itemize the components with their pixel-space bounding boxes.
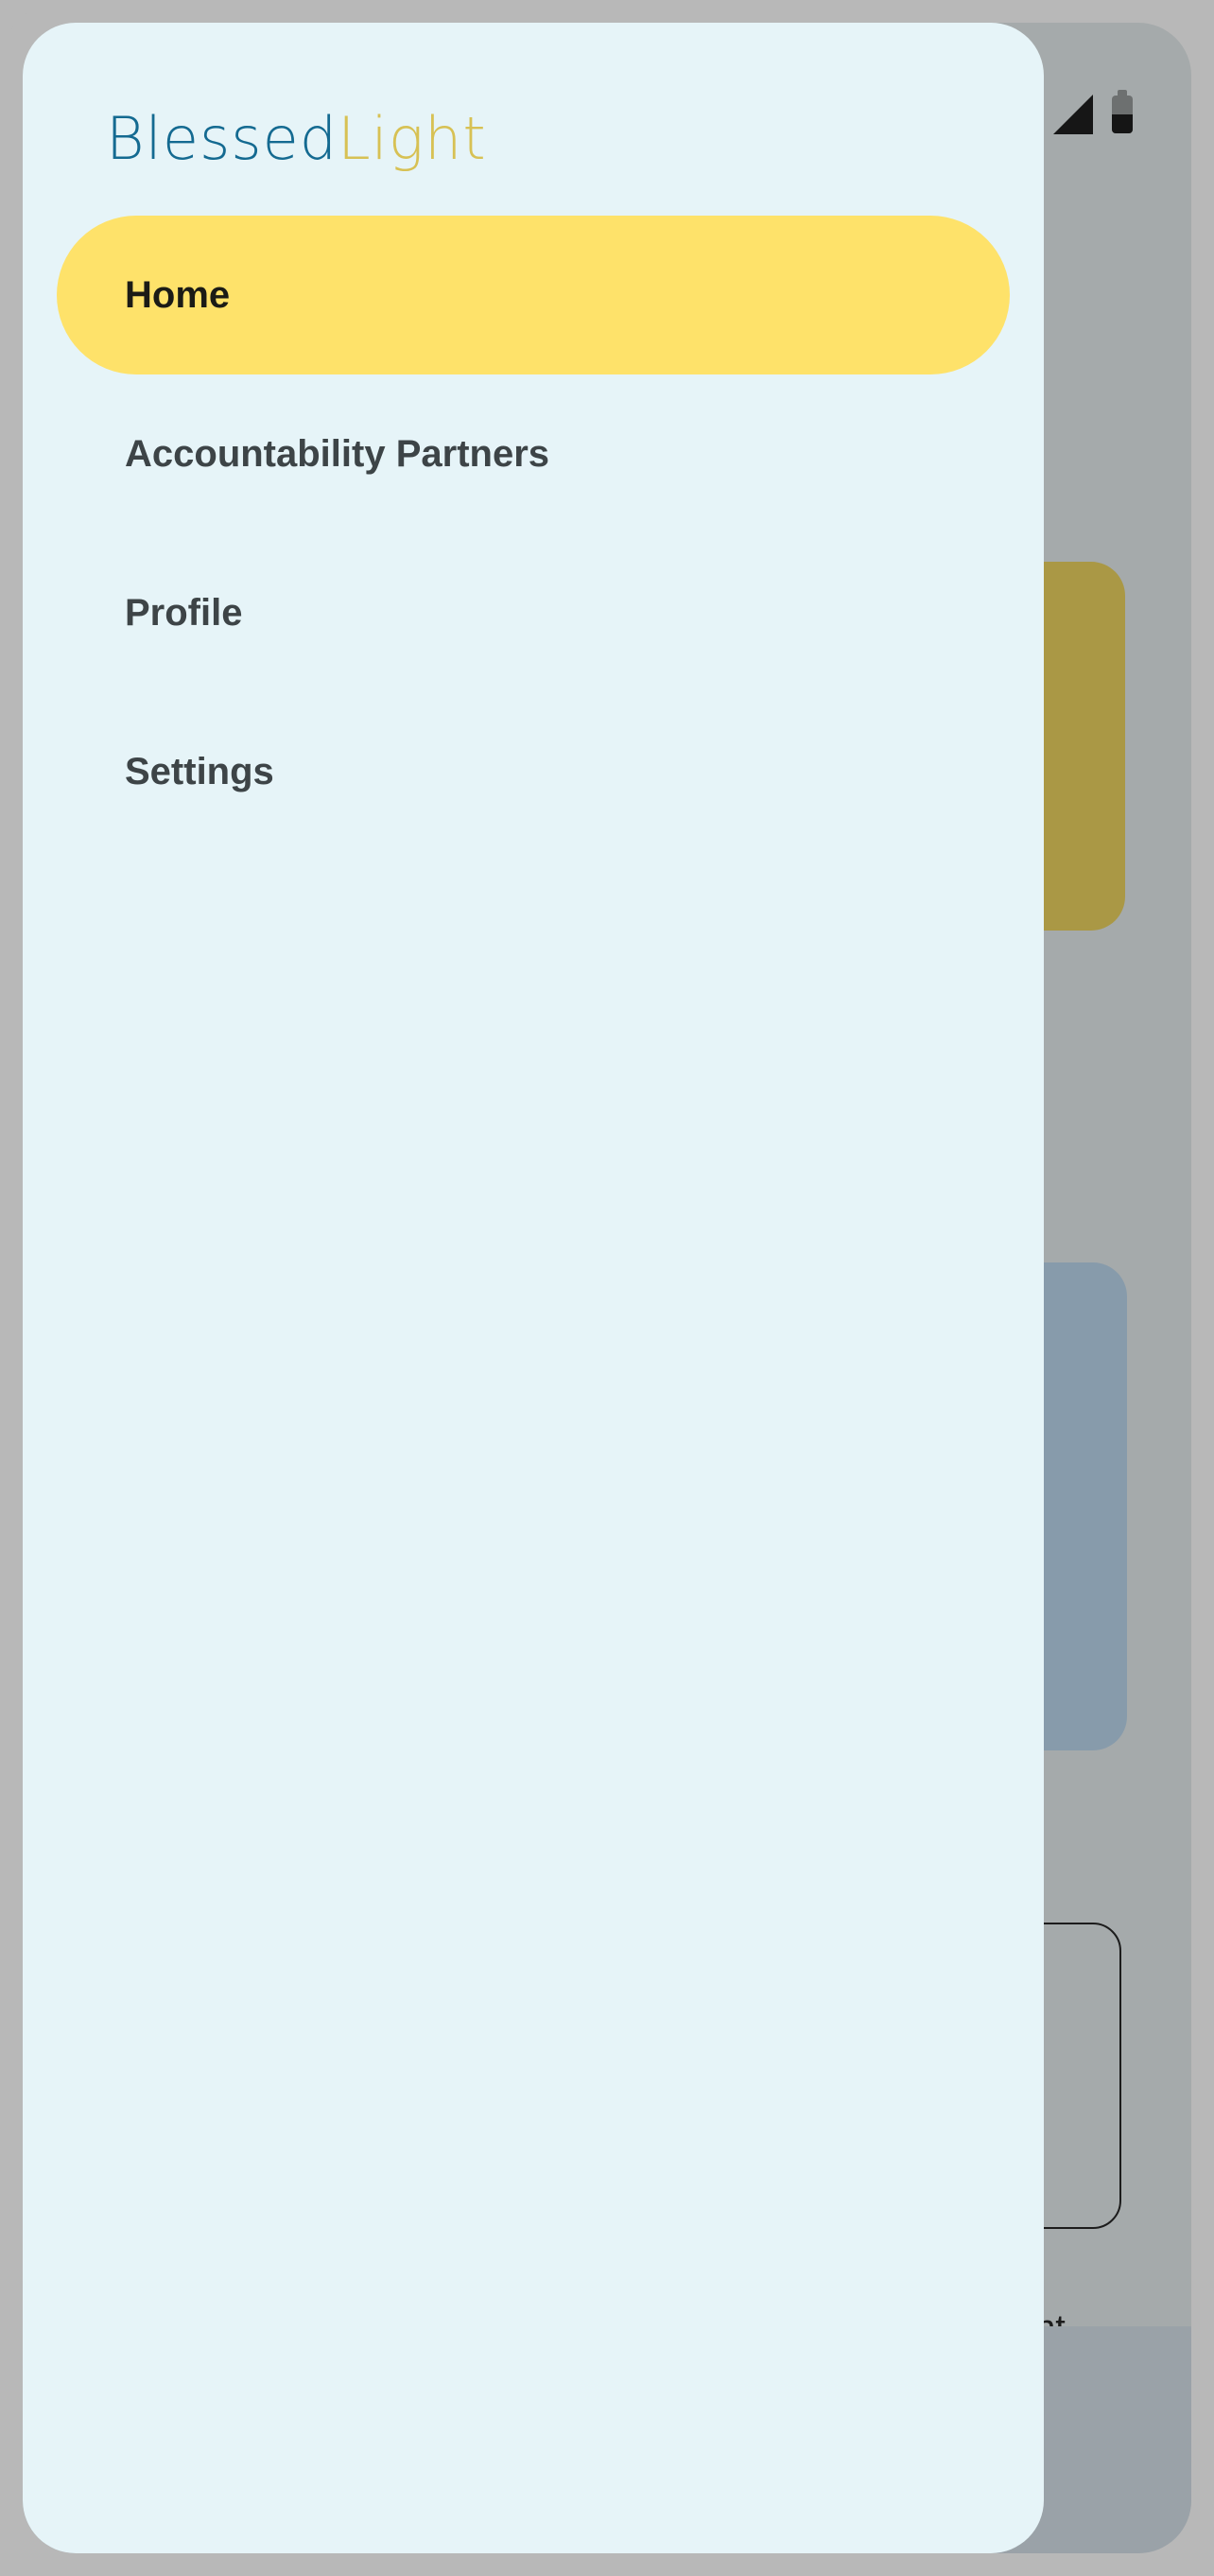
drawer-item-settings[interactable]: Settings (57, 692, 1010, 851)
logo-text-light: Light (338, 104, 487, 173)
drawer-item-accountability-partners[interactable]: Accountability Partners (57, 374, 1010, 533)
app-logo: BlessedLight (106, 104, 487, 173)
drawer-item-label: Settings (125, 750, 274, 792)
drawer-item-label: Profile (125, 591, 243, 634)
drawer-item-label: Home (125, 273, 231, 316)
drawer-item-profile[interactable]: Profile (57, 533, 1010, 692)
signal-icon (1053, 95, 1093, 134)
drawer-item-home[interactable]: Home (57, 216, 1010, 374)
status-bar (1053, 90, 1133, 134)
device-frame: unt BlessedLight Home Accountability Par… (0, 0, 1214, 2576)
screen: unt BlessedLight Home Accountability Par… (23, 23, 1191, 2553)
drawer-item-label: Accountability Partners (125, 432, 550, 475)
navigation-drawer: BlessedLight Home Accountability Partner… (23, 23, 1044, 2553)
drawer-menu: Home Accountability Partners Profile Set… (57, 216, 1010, 851)
logo-text-blessed: Blessed (106, 104, 338, 173)
battery-icon (1112, 90, 1133, 133)
